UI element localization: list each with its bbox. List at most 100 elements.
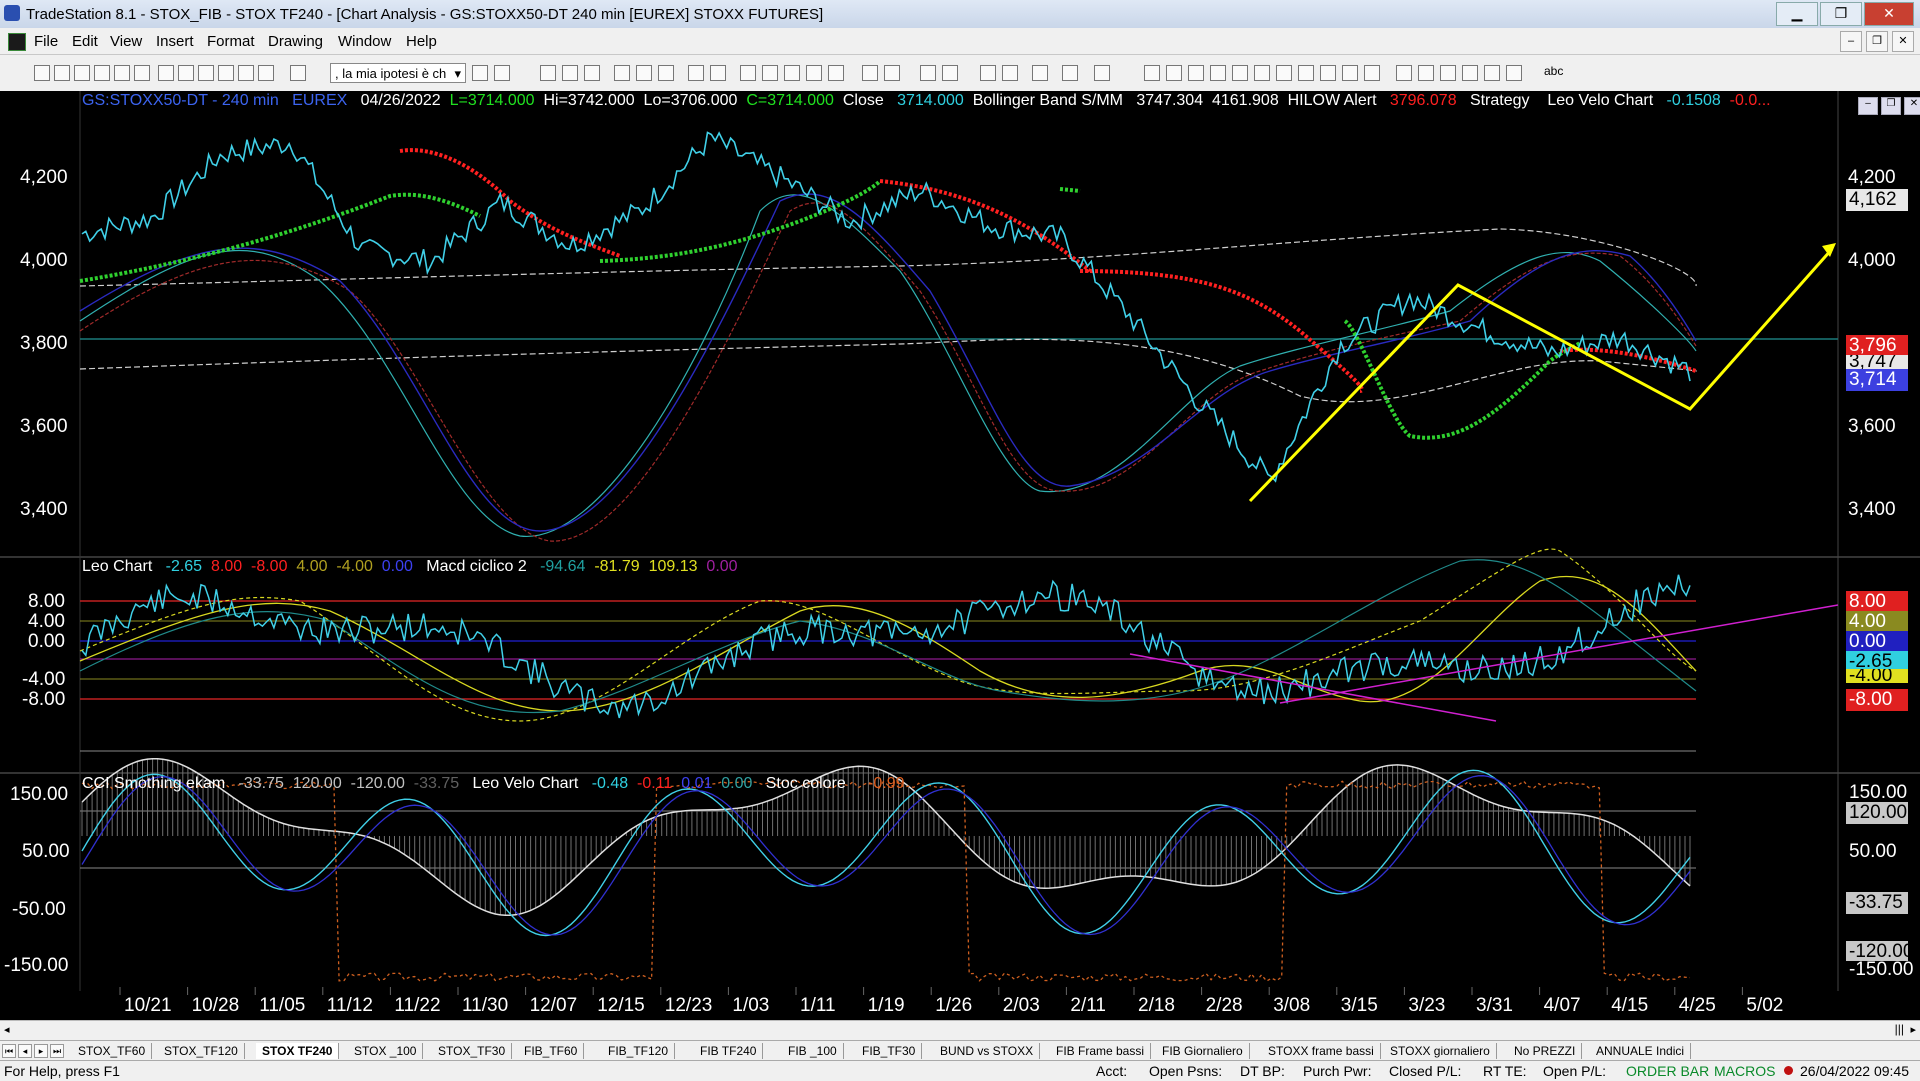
arc-icon[interactable] <box>1342 65 1358 81</box>
ohlc-icon[interactable] <box>828 65 844 81</box>
pen-icon[interactable] <box>1364 65 1380 81</box>
ellipse-icon[interactable] <box>1484 65 1500 81</box>
news-icon[interactable] <box>238 65 254 81</box>
menu-window[interactable]: Window <box>338 33 391 50</box>
refresh-icon[interactable] <box>1062 65 1078 81</box>
window-icon[interactable] <box>688 65 704 81</box>
tab-fib-giornaliero[interactable]: FIB Giornaliero <box>1156 1043 1250 1059</box>
hline-icon[interactable] <box>1166 65 1182 81</box>
tab-first-icon[interactable]: ⏮ <box>2 1044 16 1058</box>
candle-icon[interactable] <box>806 65 822 81</box>
menu-edit[interactable]: Edit <box>72 33 98 50</box>
tab-annuale-indici[interactable]: ANNUALE Indici <box>1590 1043 1692 1059</box>
tab-fib-tf240[interactable]: FIB TF240 <box>694 1043 764 1059</box>
tab-fib-tf30[interactable]: FIB_TF30 <box>856 1043 923 1059</box>
tab-stox-tf60[interactable]: STOX_TF60 <box>72 1043 153 1059</box>
cursor-icon[interactable] <box>980 65 996 81</box>
menu-view[interactable]: View <box>110 33 142 50</box>
link-icon[interactable] <box>258 65 274 81</box>
tab-fib-frame-bassi[interactable]: FIB Frame bassi <box>1050 1043 1152 1059</box>
lock-icon[interactable] <box>218 65 234 81</box>
grid-icon[interactable] <box>540 65 556 81</box>
paste-icon[interactable] <box>198 65 214 81</box>
order-bar-button[interactable]: ORDER BAR <box>1626 1063 1709 1079</box>
maximize-button[interactable]: ❐ <box>1820 2 1862 26</box>
trendline-drawing[interactable] <box>1248 248 1834 503</box>
mdi-minimize-button[interactable]: – <box>1840 31 1862 52</box>
macros-button[interactable]: MACROS <box>1714 1063 1775 1079</box>
speed-icon[interactable] <box>1298 65 1314 81</box>
zoom-out-icon[interactable] <box>884 65 900 81</box>
tab-bund-vs-stoxx[interactable]: BUND vs STOXX <box>934 1043 1041 1059</box>
fib-icon[interactable] <box>1232 65 1248 81</box>
tab-stoxx-giornaliero[interactable]: STOXX giornaliero <box>1384 1043 1497 1059</box>
alert-icon[interactable] <box>1094 65 1110 81</box>
workspace-icon[interactable] <box>74 65 90 81</box>
save-icon[interactable] <box>114 65 130 81</box>
cut-icon[interactable] <box>178 65 194 81</box>
minimize-button[interactable]: ▁ <box>1776 2 1818 26</box>
radar-icon[interactable] <box>636 65 652 81</box>
indicator-icon[interactable] <box>762 65 778 81</box>
red-arrow-icon[interactable] <box>1396 65 1412 81</box>
table-icon[interactable] <box>562 65 578 81</box>
go-arrow-icon[interactable] <box>472 65 488 81</box>
triangle-icon[interactable] <box>1506 65 1522 81</box>
text-tool-label[interactable]: abc <box>1544 64 1563 78</box>
zoom-icon[interactable] <box>920 65 936 81</box>
mdi-close-button[interactable]: ✕ <box>1892 31 1914 52</box>
pane-close-button[interactable]: ✕ <box>1904 97 1920 115</box>
search-icon[interactable] <box>290 65 306 81</box>
mdi-restore-button[interactable]: ❐ <box>1866 31 1888 52</box>
tab-no-prezzi[interactable]: No PREZZI <box>1508 1043 1583 1059</box>
tab-next-icon[interactable]: ▸ <box>34 1044 48 1058</box>
magnify-icon[interactable] <box>942 65 958 81</box>
menu-insert[interactable]: Insert <box>156 33 194 50</box>
data-icon[interactable] <box>1002 65 1018 81</box>
tab-stox-tf120[interactable]: STOX_TF120 <box>158 1043 245 1059</box>
bar-chart-icon[interactable] <box>740 65 756 81</box>
lookup-icon[interactable] <box>494 65 510 81</box>
regression-icon[interactable] <box>1320 65 1336 81</box>
zoom-in-icon[interactable] <box>862 65 878 81</box>
scroll-right-icon[interactable]: ▸ <box>1910 1023 1916 1036</box>
gann-icon[interactable] <box>1276 65 1292 81</box>
tab-stox-tf240[interactable]: STOX TF240 <box>256 1043 340 1059</box>
menu-format[interactable]: Format <box>207 33 255 50</box>
tab-fib-tf60[interactable]: FIB_TF60 <box>518 1043 585 1059</box>
open-icon[interactable] <box>54 65 70 81</box>
rectangle-icon[interactable] <box>1462 65 1478 81</box>
horizontal-scrollbar[interactable]: ◂ ||| ▸ <box>0 1020 1920 1039</box>
tab-fib-tf120[interactable]: FIB_TF120 <box>602 1043 676 1059</box>
chart-window[interactable]: GS:STOXX50-DT - 240 min EUREX 04/26/2022… <box>0 91 1920 1023</box>
optionstation-icon[interactable] <box>658 65 674 81</box>
print-icon[interactable] <box>158 65 174 81</box>
tab-last-icon[interactable]: ⏭ <box>50 1044 64 1058</box>
pane-minimize-button[interactable]: – <box>1858 97 1878 115</box>
close-button[interactable]: ✕ <box>1864 2 1914 26</box>
tab-fib-100[interactable]: FIB _100 <box>782 1043 844 1059</box>
up-arrow-icon[interactable] <box>1440 65 1456 81</box>
menu-help[interactable]: Help <box>406 33 437 50</box>
folder-icon[interactable] <box>134 65 150 81</box>
down-arrow-icon[interactable] <box>1418 65 1434 81</box>
list-icon[interactable] <box>584 65 600 81</box>
trendline-icon[interactable] <box>1144 65 1160 81</box>
chart-window-icon[interactable] <box>8 33 26 51</box>
cascade-icon[interactable] <box>710 65 726 81</box>
tab-prev-icon[interactable]: ◂ <box>18 1044 32 1058</box>
strategy-icon[interactable] <box>784 65 800 81</box>
scroll-thumb-icon[interactable]: ||| <box>1895 1022 1904 1036</box>
tab-stoxx-frame-bassi[interactable]: STOXX frame bassi <box>1262 1043 1381 1059</box>
chart-icon[interactable] <box>614 65 630 81</box>
menu-drawing[interactable]: Drawing <box>268 33 323 50</box>
channel-icon[interactable] <box>1210 65 1226 81</box>
tab-stox-100[interactable]: STOX _100 <box>348 1043 424 1059</box>
copy-icon[interactable] <box>94 65 110 81</box>
tool-icon[interactable] <box>1032 65 1048 81</box>
tab-stox-tf30[interactable]: STOX_TF30 <box>432 1043 513 1059</box>
vline-icon[interactable] <box>1188 65 1204 81</box>
andrews-icon[interactable] <box>1254 65 1270 81</box>
menu-file[interactable]: File <box>34 33 58 50</box>
new-icon[interactable] <box>34 65 50 81</box>
